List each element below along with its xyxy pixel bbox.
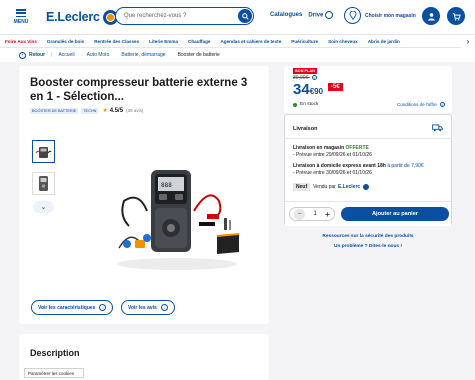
breadcrumb-separator: | xyxy=(51,52,53,58)
promo-badge: BON PLAN xyxy=(293,68,317,74)
leclerc-logo[interactable]: E.Leclerc xyxy=(46,9,118,25)
drive-label: Drive xyxy=(308,12,324,19)
arrow-down-circle-icon: ↓ xyxy=(160,304,168,311)
home-price: à partir de 7,90€ xyxy=(387,163,424,169)
logo-text: E.Leclerc xyxy=(46,10,100,24)
category-item[interactable]: Chauffage xyxy=(188,39,210,44)
cart-button[interactable] xyxy=(447,7,465,25)
product-tags: BOOSTER DE BATTERIE TECHN ★ 4.5/5 (39 av… xyxy=(30,107,143,114)
description-title: Description xyxy=(30,348,80,358)
store-label: Choisir mon magasin xyxy=(365,12,416,19)
category-item[interactable]: Agendas et cahiers de texte xyxy=(220,39,281,44)
category-item[interactable]: Literie Emma xyxy=(149,39,178,44)
chevron-right-icon[interactable]: › xyxy=(461,35,475,48)
chevron-down-icon[interactable]: ⌄ xyxy=(33,201,54,213)
delivery-card: Livraison Livraison en magasin OFFERTE -… xyxy=(284,114,452,226)
delivery-heading: Livraison xyxy=(293,126,318,132)
search-bar[interactable]: Que recherchez-vous ? xyxy=(115,7,254,25)
report-problem-link[interactable]: Un problème ? Dites-le nous ! xyxy=(284,244,452,249)
info-icon: i xyxy=(440,102,445,108)
price-card: BON PLAN 39,90€ i 34 €90 -5€ En stock Co… xyxy=(284,66,452,113)
cookie-settings-button[interactable]: Paramétrer les cookies xyxy=(24,368,84,378)
category-tag[interactable]: BOOSTER DE BATTERIE xyxy=(30,107,79,114)
product-safety-link[interactable]: Ressources sur la sécurité des produits xyxy=(284,234,452,239)
arrow-down-circle-icon: ↓ xyxy=(99,304,107,311)
thumbnail-2[interactable] xyxy=(32,172,55,195)
category-nav: Foire Aux Vins Granulés de bois Rentrée … xyxy=(0,34,475,48)
current-price: 34 €90 xyxy=(293,81,323,98)
verified-seller-icon xyxy=(363,184,370,190)
info-icon[interactable]: i xyxy=(311,75,317,81)
category-item[interactable]: Puériculture xyxy=(291,39,318,44)
discount-badge: -5€ xyxy=(328,83,343,91)
offer-conditions-link[interactable]: Conditions de l'offre i xyxy=(397,102,445,108)
drive-link[interactable]: Drive xyxy=(308,11,334,19)
stock-dot-icon xyxy=(293,102,297,107)
reviews-button-label: Voir les avis xyxy=(128,304,157,311)
user-icon xyxy=(427,12,435,21)
category-item[interactable]: Granulés de bois xyxy=(47,39,84,44)
star-icon: ★ xyxy=(102,108,108,114)
category-item[interactable]: Soin cheveux xyxy=(328,39,358,44)
review-count[interactable]: (39 avis) xyxy=(126,108,143,113)
category-tag[interactable]: TECHN xyxy=(81,107,99,114)
back-link[interactable]: ‹ Retour xyxy=(19,51,46,59)
category-item[interactable]: Abris de jardin xyxy=(368,39,400,44)
product-card: Booster compresseur batterie externe 3 e… xyxy=(19,66,269,324)
features-button-label: Voir les caractéristiques xyxy=(38,304,96,311)
store-selector[interactable]: Choisir mon magasin xyxy=(344,7,416,24)
breadcrumb: ‹ Retour | Accueil Auto Moto Batterie, d… xyxy=(0,48,475,62)
quantity-value: 1 xyxy=(313,211,317,217)
features-button[interactable]: Voir les caractéristiques ↓ xyxy=(31,300,114,315)
cart-icon xyxy=(452,12,461,21)
offer-conditions-label: Conditions de l'offre xyxy=(397,102,437,107)
arrow-left-icon: ‹ xyxy=(19,51,26,59)
rating-value: 4.5/5 xyxy=(109,107,124,114)
add-to-cart-button[interactable]: Ajouter au panier xyxy=(341,207,449,221)
price-cents: €90 xyxy=(309,87,324,96)
account-button[interactable] xyxy=(422,7,440,25)
product-title: Booster compresseur batterie externe 3 e… xyxy=(30,77,248,103)
back-label: Retour xyxy=(29,52,46,58)
hamburger-icon xyxy=(16,9,26,17)
search-icon xyxy=(241,12,249,20)
category-item[interactable]: Foire Aux Vins xyxy=(5,39,37,44)
breadcrumb-current: Booster de batterie xyxy=(177,52,220,58)
home-delivery-line: Livraison à domicile express avant 18h à… xyxy=(293,163,424,169)
price-main: 34 xyxy=(293,81,310,98)
quantity-stepper[interactable]: − 1 + xyxy=(289,207,335,221)
header-links: Catalogues Drive xyxy=(270,11,334,19)
seller-name[interactable]: E.Leclerc xyxy=(338,184,360,190)
location-pin-icon xyxy=(344,7,361,24)
menu-label: MENU xyxy=(13,19,29,25)
header: MENU E.Leclerc Que recherchez-vous ? Cat… xyxy=(0,0,475,34)
sold-by-label: Vendu par xyxy=(313,184,336,190)
increase-button[interactable]: + xyxy=(325,210,330,219)
breadcrumb-link[interactable]: Accueil xyxy=(58,52,74,58)
decrease-button[interactable]: − xyxy=(294,208,306,220)
arrow-right-circle-icon xyxy=(325,11,334,19)
cart-actions: − 1 + Ajouter au panier xyxy=(285,201,451,226)
truck-icon xyxy=(432,124,443,132)
delivery-options: Livraison en magasin OFFERTE - Prévue en… xyxy=(293,145,424,176)
svg-text:888: 888 xyxy=(161,182,172,189)
store-delivery-dates: - Prévue entre 29/09/26 et 01/10/26 xyxy=(293,151,372,158)
category-item[interactable]: Rentrée des Classes xyxy=(94,39,139,44)
stock-status: En stock xyxy=(293,102,318,107)
search-input[interactable]: Que recherchez-vous ? xyxy=(124,13,238,19)
seller-info: Neuf Vendu par E.Leclerc xyxy=(293,183,370,191)
breadcrumb-link[interactable]: Auto Moto xyxy=(87,52,110,58)
catalogues-link[interactable]: Catalogues xyxy=(270,12,302,18)
home-delivery-dates: - Prévue entre 30/09/26 et 01/10/26 xyxy=(293,169,372,176)
product-image[interactable]: 888 xyxy=(99,156,249,276)
thumbnail-1[interactable] xyxy=(32,140,55,163)
menu-button[interactable]: MENU xyxy=(10,9,32,25)
condition-badge: Neuf xyxy=(293,183,311,191)
stock-label: En stock xyxy=(300,102,319,107)
search-button[interactable] xyxy=(238,9,252,23)
reviews-button[interactable]: Voir les avis ↓ xyxy=(121,300,175,315)
store-offer: OFFERTE xyxy=(345,145,369,151)
breadcrumb-link[interactable]: Batterie, démarrage xyxy=(121,52,165,58)
divider xyxy=(285,138,451,139)
